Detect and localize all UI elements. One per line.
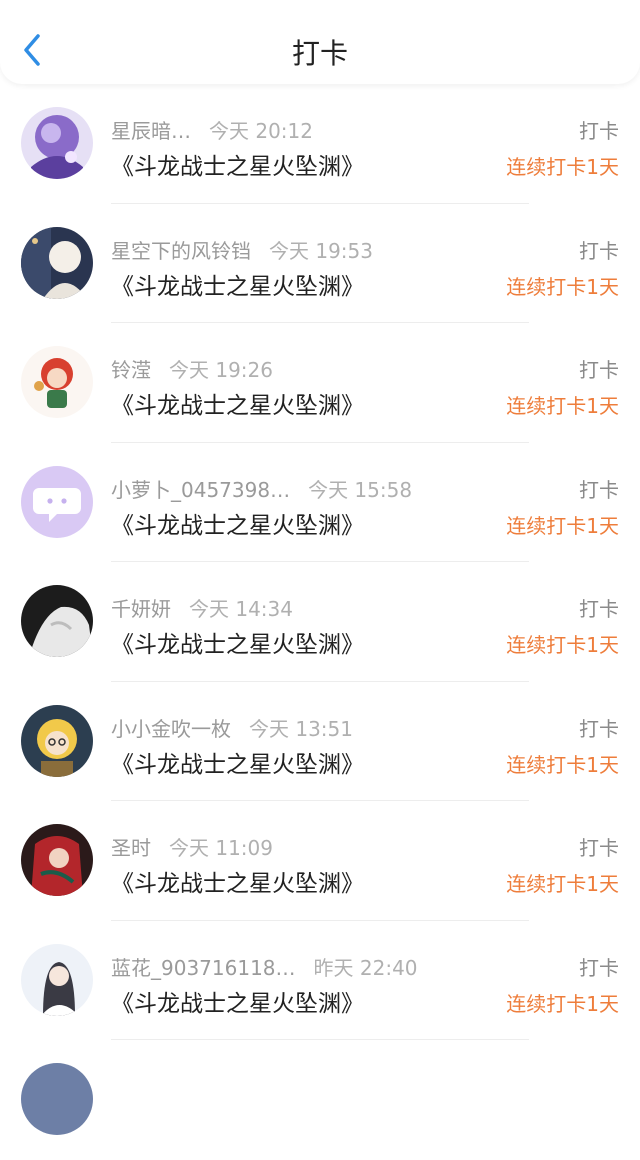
user-name[interactable]: 蓝花_903716118… (111, 956, 296, 980)
streak-label: 连续打卡1天 (506, 394, 619, 418)
checkin-time: 今天 11:09 (169, 836, 273, 860)
user-name[interactable]: 圣时 (111, 836, 151, 860)
checkin-label: 打卡 (579, 477, 619, 502)
checkin-time: 今天 14:34 (189, 597, 293, 621)
streak-label: 连续打卡1天 (506, 991, 619, 1016)
checkin-label: 打卡 (579, 238, 619, 263)
checkin-time: 今天 13:51 (249, 716, 353, 741)
avatar[interactable] (21, 107, 93, 179)
checkin-time: 今天 20:12 (209, 119, 313, 143)
streak-label: 连续打卡1天 (506, 274, 619, 299)
user-name[interactable]: 星辰暗… (111, 119, 191, 143)
avatar[interactable] (21, 346, 93, 418)
book-title[interactable]: 《斗龙战士之星火坠渊》 (111, 267, 364, 301)
user-name[interactable]: 小萝卜_0457398… (111, 478, 290, 502)
checkin-label: 打卡 (579, 119, 619, 143)
list-item[interactable]: 星空下的风铃铛 今天 19:53 《斗龙战士之星火坠渊》 打卡 连续打卡1天 (0, 204, 640, 323)
checkin-label: 打卡 (579, 358, 619, 382)
page-title: 打卡 (291, 37, 348, 70)
list-item[interactable]: 铃滢 今天 19:26 《斗龙战士之星火坠渊》 打卡 连续打卡1天 (0, 323, 640, 443)
list-item[interactable]: 千妍妍 今天 14:34 《斗龙战士之星火坠渊》 打卡 连续打卡1天 (0, 562, 640, 682)
checkin-list: 星辰暗… 今天 20:12 《斗龙战士之星火坠渊》 打卡 连续打卡1天 星空下的风… (0, 84, 640, 1160)
streak-label: 连续打卡1天 (506, 513, 619, 538)
list-item[interactable]: 星辰暗… 今天 20:12 《斗龙战士之星火坠渊》 打卡 连续打卡1天 (0, 84, 640, 204)
checkin-label: 打卡 (579, 836, 619, 860)
checkin-label: 打卡 (579, 597, 619, 621)
book-title[interactable]: 《斗龙战士之星火坠渊》 (111, 386, 364, 420)
checkin-label: 打卡 (579, 716, 619, 741)
user-name[interactable]: 小小金吹一枚 (111, 717, 231, 741)
book-title[interactable]: 《斗龙战士之星火坠渊》 (111, 506, 364, 540)
list-item[interactable]: 小小金吹一枚 今天 13:51 《斗龙战士之星火坠渊》 打卡 连续打卡1天 (0, 682, 640, 801)
user-name[interactable]: 铃滢 (111, 358, 151, 382)
checkin-label: 打卡 (579, 955, 619, 980)
streak-label: 连续打卡1天 (506, 872, 619, 896)
avatar[interactable] (21, 585, 93, 657)
book-title[interactable]: 《斗龙战士之星火坠渊》 (111, 147, 364, 181)
book-title[interactable]: 《斗龙战士之星火坠渊》 (111, 625, 364, 659)
checkin-time: 今天 19:26 (169, 358, 273, 382)
avatar[interactable] (21, 226, 93, 299)
list-item[interactable]: 圣时 今天 11:09 《斗龙战士之星火坠渊》 打卡 连续打卡1天 (0, 801, 640, 921)
book-title[interactable]: 《斗龙战士之星火坠渊》 (111, 984, 364, 1018)
book-title[interactable]: 《斗龙战士之星火坠渊》 (111, 864, 364, 898)
avatar[interactable] (21, 824, 93, 896)
user-name[interactable]: 星空下的风铃铛 (111, 239, 251, 263)
checkin-time: 今天 15:58 (308, 477, 413, 502)
streak-label: 连续打卡1天 (506, 155, 619, 179)
streak-label: 连续打卡1天 (506, 633, 619, 657)
avatar[interactable] (21, 943, 93, 1016)
top-bar: 打卡 (0, 0, 640, 84)
list-item[interactable]: 小萝卜_0457398… 今天 15:58 《斗龙战士之星火坠渊》 打卡 连续打卡… (0, 443, 640, 562)
streak-label: 连续打卡1天 (506, 752, 619, 777)
avatar[interactable] (21, 465, 93, 538)
checkin-time: 昨天 22:40 (313, 955, 418, 980)
user-name[interactable]: 千妍妍 (111, 597, 171, 621)
list-item[interactable] (0, 1040, 640, 1160)
book-title[interactable]: 《斗龙战士之星火坠渊》 (111, 745, 364, 779)
avatar[interactable] (21, 704, 93, 777)
list-item[interactable]: 蓝花_903716118… 昨天 22:40 《斗龙战士之星火坠渊》 打卡 连续打… (0, 921, 640, 1040)
checkin-time: 今天 19:53 (269, 238, 373, 263)
avatar[interactable] (21, 1063, 93, 1135)
